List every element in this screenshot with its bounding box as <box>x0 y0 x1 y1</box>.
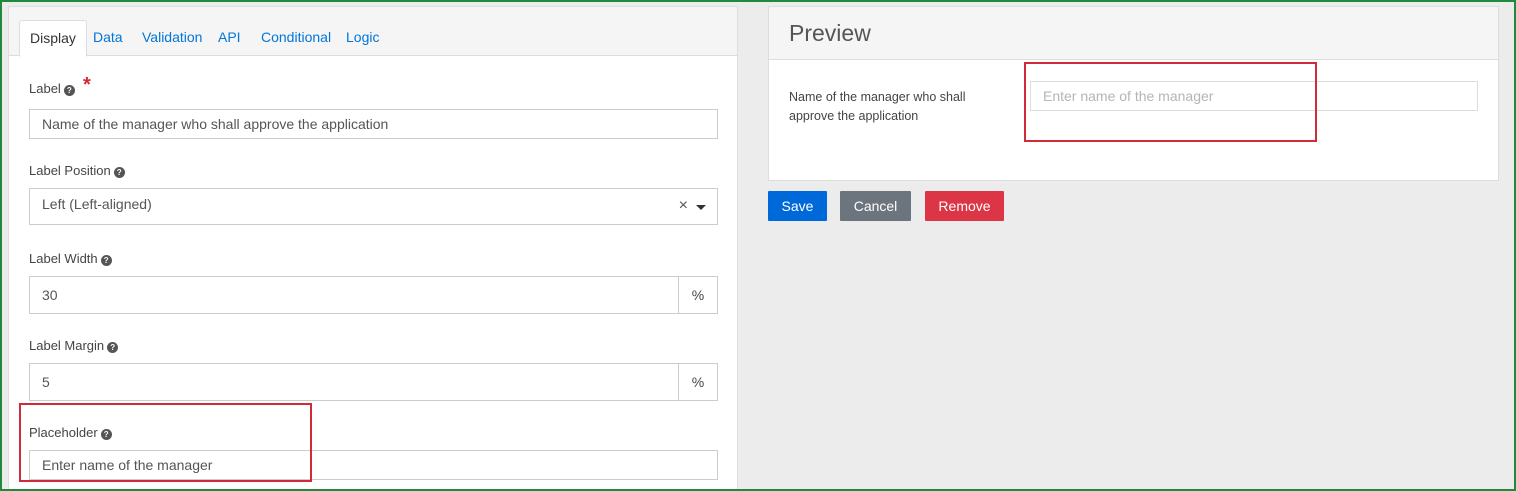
label-margin-input[interactable]: 5 % <box>29 363 718 401</box>
help-icon[interactable]: ? <box>63 85 75 96</box>
label-position-value: Left (Left-aligned) <box>42 196 152 212</box>
edit-form-panel: Display Data Validation API Conditional … <box>8 6 738 491</box>
label-width-value: 30 <box>42 287 58 303</box>
percent-addon: % <box>678 277 717 313</box>
save-button[interactable]: Save <box>768 191 827 221</box>
help-icon[interactable]: ? <box>113 167 125 178</box>
help-icon[interactable]: ? <box>107 342 119 353</box>
placeholder-title: Placeholder <box>29 425 98 440</box>
tab-conditional[interactable]: Conditional <box>261 20 331 56</box>
required-icon: * <box>83 74 91 96</box>
percent-addon: % <box>678 364 717 400</box>
label-width-field-label: Label Width? <box>29 251 112 266</box>
label-margin-value: 5 <box>42 374 50 390</box>
tab-data[interactable]: Data <box>93 20 123 56</box>
tab-api[interactable]: API <box>218 20 241 56</box>
placeholder-input[interactable] <box>29 450 718 480</box>
tab-logic[interactable]: Logic <box>346 20 379 56</box>
preview-header: Preview <box>769 7 1498 60</box>
preview-field-label: Name of the manager who shall approve th… <box>789 90 966 123</box>
cancel-button[interactable]: Cancel <box>840 191 911 221</box>
label-margin-title: Label Margin <box>29 338 105 353</box>
preview-panel: Preview Name of the manager who shall ap… <box>768 6 1499 181</box>
label-position-select[interactable]: Left (Left-aligned) × <box>29 188 718 225</box>
help-icon[interactable]: ? <box>100 255 112 266</box>
preview-input[interactable] <box>1030 81 1478 111</box>
label-title: Label <box>29 81 61 96</box>
clear-icon[interactable]: × <box>679 197 688 215</box>
remove-button[interactable]: Remove <box>925 191 1004 221</box>
tab-bar: Display Data Validation API Conditional … <box>9 7 737 57</box>
help-icon[interactable]: ? <box>100 429 112 440</box>
label-margin-field-label: Label Margin? <box>29 338 119 353</box>
chevron-down-icon[interactable] <box>696 205 706 210</box>
label-position-field-label: Label Position? <box>29 163 125 178</box>
label-width-input[interactable]: 30 % <box>29 276 718 314</box>
preview-title: Preview <box>789 20 871 46</box>
label-position-title: Label Position <box>29 163 111 178</box>
label-width-title: Label Width <box>29 251 98 266</box>
placeholder-field-label: Placeholder? <box>29 425 112 440</box>
label-input[interactable] <box>29 109 718 139</box>
label-field-label: Label? <box>29 81 75 96</box>
tab-validation[interactable]: Validation <box>142 20 202 56</box>
tab-display[interactable]: Display <box>19 20 87 57</box>
